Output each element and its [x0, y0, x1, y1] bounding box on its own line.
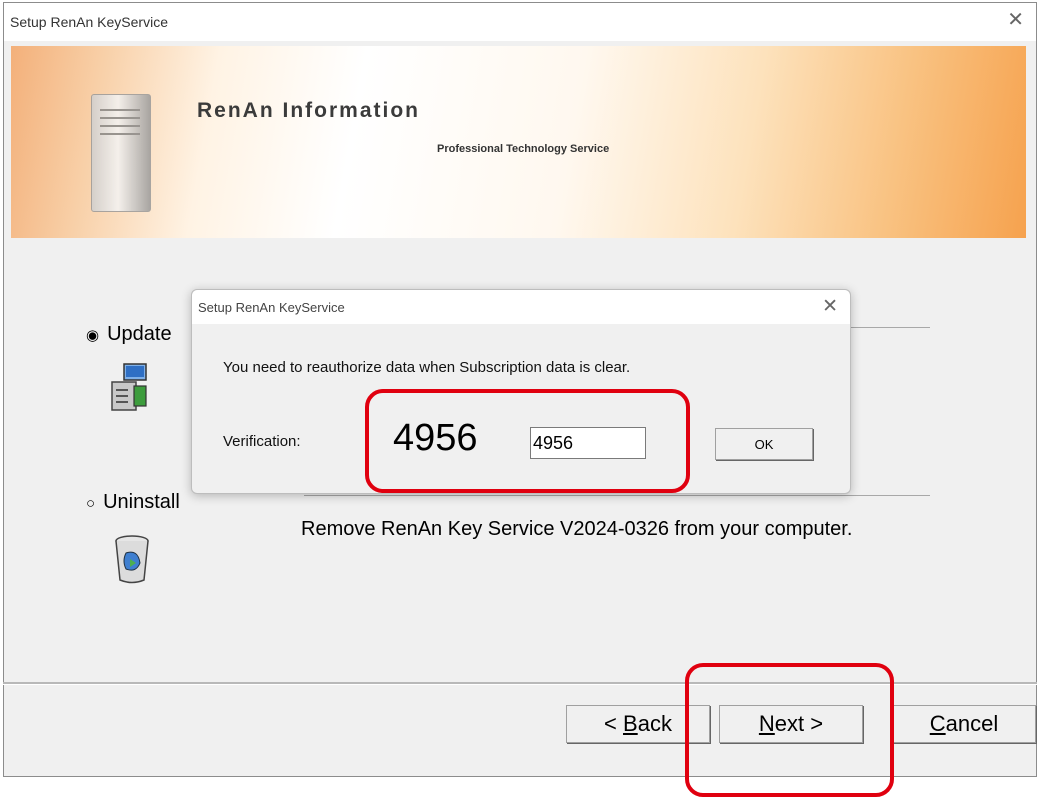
uninstall-separator	[304, 495, 930, 496]
dialog-message: You need to reauthorize data when Subscr…	[223, 359, 631, 376]
window-title: Setup RenAn KeyService	[10, 14, 168, 30]
dialog-title-bar: Setup RenAn KeyService ✕	[192, 290, 850, 324]
uninstall-radio[interactable]: ○ Uninstall	[86, 491, 180, 514]
update-label: Update	[107, 323, 172, 345]
dialog-close-icon[interactable]: ✕	[822, 295, 838, 318]
back-button[interactable]: < Back	[566, 705, 710, 743]
radio-unselected-icon: ○	[86, 495, 96, 512]
banner-subtitle: Professional Technology Service	[437, 143, 610, 155]
banner-title: RenAn Information	[197, 99, 420, 122]
dialog-title: Setup RenAn KeyService	[198, 300, 345, 315]
verification-dialog: Setup RenAn KeyService ✕ You need to rea…	[191, 289, 851, 494]
close-icon[interactable]: ✕	[1007, 9, 1024, 31]
button-bar-separator	[3, 682, 1037, 685]
ok-button[interactable]: OK	[715, 428, 813, 460]
package-installer-icon	[111, 363, 147, 411]
server-icon	[91, 94, 151, 212]
verification-code: 4956	[393, 417, 478, 459]
cancel-button[interactable]: Cancel	[892, 705, 1036, 743]
radio-selected-icon: ◉	[86, 327, 100, 344]
header-banner: RenAn Information Professional Technolog…	[11, 46, 1026, 238]
uninstall-label: Uninstall	[103, 491, 180, 513]
next-button[interactable]: Next >	[719, 705, 863, 743]
uninstall-description: Remove RenAn Key Service V2024-0326 from…	[301, 518, 853, 540]
title-bar: Setup RenAn KeyService ✕	[4, 3, 1036, 41]
verification-label: Verification:	[223, 433, 301, 450]
update-radio[interactable]: ◉ Update	[86, 323, 172, 346]
recycle-bin-icon	[115, 535, 149, 584]
verification-input[interactable]	[530, 427, 646, 459]
